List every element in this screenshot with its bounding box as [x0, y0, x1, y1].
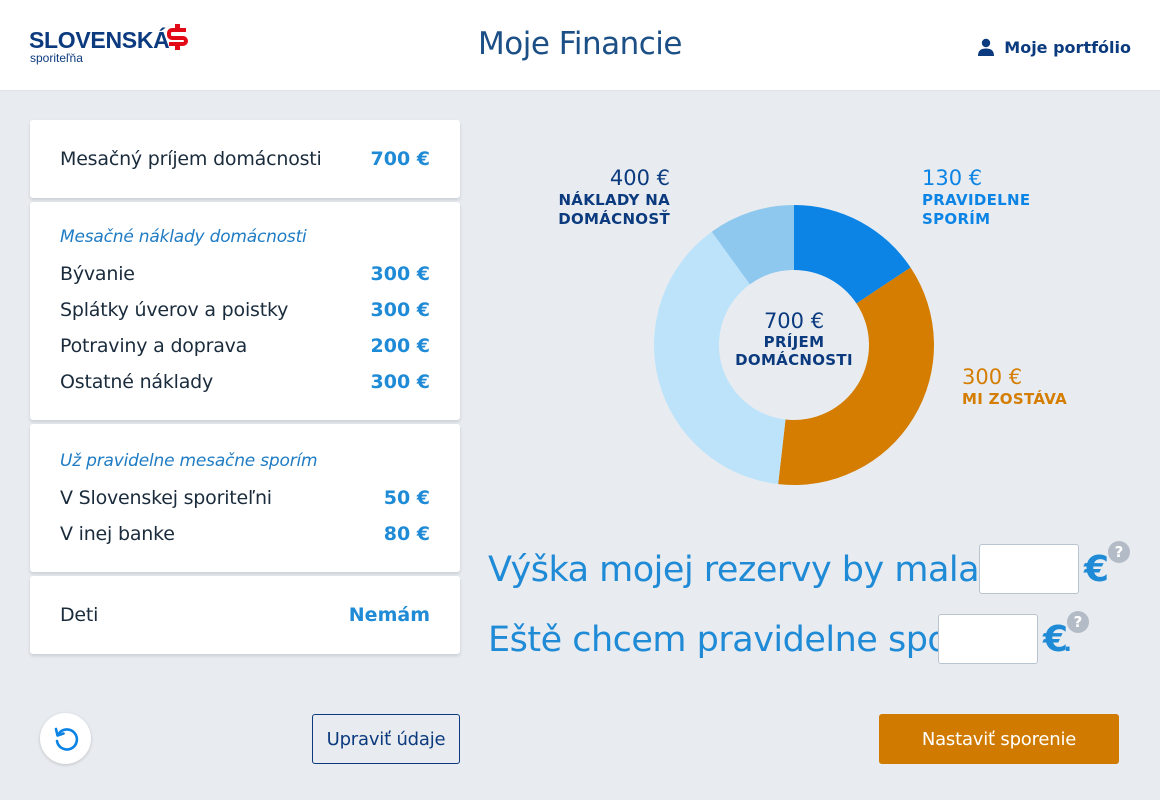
save-more-sentence: Eště chcem pravidelne sporiť — [488, 620, 985, 660]
saving-caption-1: PRAVIDELNE — [922, 191, 1031, 210]
cost-label: Bývanie — [60, 263, 135, 285]
reserve-sentence: Výška mojej rezervy by mala byť — [488, 550, 1045, 590]
cost-row-food: Potraviny a doprava 200 € — [60, 332, 430, 360]
cost-label: Ostatné náklady — [60, 371, 214, 393]
savings-value: 50 € — [383, 487, 430, 509]
reserve-amount-input[interactable] — [979, 544, 1079, 594]
cost-row-housing: Bývanie 300 € — [60, 260, 430, 288]
cost-label: Splátky úverov a poistky — [60, 299, 289, 321]
saving-amount: 130 € — [922, 166, 983, 190]
center-amount: 700 € — [763, 309, 825, 333]
costs-card[interactable]: Mesačné náklady domácnosti Bývanie 300 €… — [30, 202, 460, 420]
costs-caption-2: DOMÁCNOSŤ — [558, 210, 670, 228]
savings-section-title: Už pravidelne mesačne sporím — [60, 451, 318, 471]
reserve-currency: € — [1084, 549, 1110, 590]
savings-card[interactable]: Už pravidelne mesačne sporím V Slovenske… — [30, 424, 460, 572]
reset-button[interactable] — [40, 713, 91, 764]
income-donut-chart: 400 € NÁKLADY NA DOMÁCNOSŤ 130 € PRAVIDE… — [558, 150, 1120, 510]
brand-logo[interactable]: SLOVENSKÁ sporiteľňa — [29, 24, 194, 68]
page-title: Moje Financie — [478, 26, 682, 62]
portfolio-label: Moje portfólio — [1004, 37, 1131, 57]
refresh-icon — [54, 727, 78, 751]
savings-value: 80 € — [383, 523, 430, 545]
reserve-help-icon[interactable]: ? — [1108, 541, 1130, 563]
center-label-group: 700 € PRÍJEM DOMÁCNOSTI — [724, 309, 864, 369]
children-card[interactable]: Deti Nemám — [30, 576, 460, 654]
remaining-caption: MI ZOSTÁVA — [962, 390, 1068, 409]
children-row: Deti Nemám — [60, 601, 430, 629]
set-saving-button[interactable]: Nastaviť sporenie — [879, 714, 1119, 764]
cost-value: 300 € — [370, 299, 431, 321]
children-value: Nemám — [348, 604, 430, 626]
portfolio-link[interactable]: Moje portfólio — [977, 37, 1131, 57]
saving-label-group: 130 € PRAVIDELNE SPORÍM — [922, 165, 1030, 229]
center-caption-1: PRÍJEM — [763, 333, 825, 351]
logo-subtitle: sporiteľňa — [30, 51, 83, 65]
costs-caption-1: NÁKLADY NA — [558, 191, 670, 210]
income-value: 700 € — [370, 148, 431, 170]
costs-amount: 400 € — [609, 166, 670, 190]
app-header: SLOVENSKÁ sporiteľňa Moje Financie Moje … — [0, 0, 1160, 90]
costs-section-title: Mesačné náklady domácnosti — [60, 227, 307, 247]
savings-row-other-bank: V inej banke 80 € — [60, 520, 430, 548]
cost-row-other: Ostatné náklady 300 € — [60, 368, 430, 396]
cost-value: 300 € — [370, 371, 431, 393]
save-more-amount-input[interactable] — [938, 614, 1038, 664]
income-card[interactable]: Mesačný príjem domácnosti 700 € — [30, 120, 460, 198]
remaining-amount: 300 € — [962, 365, 1023, 389]
center-caption-2: DOMÁCNOSTI — [735, 351, 853, 369]
saving-caption-2: SPORÍM — [922, 210, 991, 228]
savings-row-slsp: V Slovenskej sporiteľni 50 € — [60, 484, 430, 512]
edit-data-button[interactable]: Upraviť údaje — [312, 714, 460, 764]
savings-label: V Slovenskej sporiteľni — [60, 487, 272, 509]
children-label: Deti — [60, 604, 99, 626]
cost-row-loans: Splátky úverov a poistky 300 € — [60, 296, 430, 324]
cost-value: 300 € — [370, 263, 431, 285]
savings-label: V inej banke — [60, 523, 175, 545]
cost-value: 200 € — [370, 335, 431, 357]
income-label: Mesačný príjem domácnosti — [60, 148, 322, 170]
income-row: Mesačný príjem domácnosti 700 € — [60, 145, 430, 173]
cost-label: Potraviny a doprava — [60, 335, 248, 357]
user-icon — [978, 38, 995, 56]
costs-label-group: 400 € NÁKLADY NA DOMÁCNOSŤ — [558, 165, 670, 229]
remaining-label-group: 300 € MI ZOSTÁVA — [962, 364, 1067, 409]
save-more-help-icon[interactable]: ? — [1067, 611, 1089, 633]
logo-s-mark-icon — [167, 24, 189, 50]
logo-wordmark: SLOVENSKÁ — [29, 27, 170, 53]
